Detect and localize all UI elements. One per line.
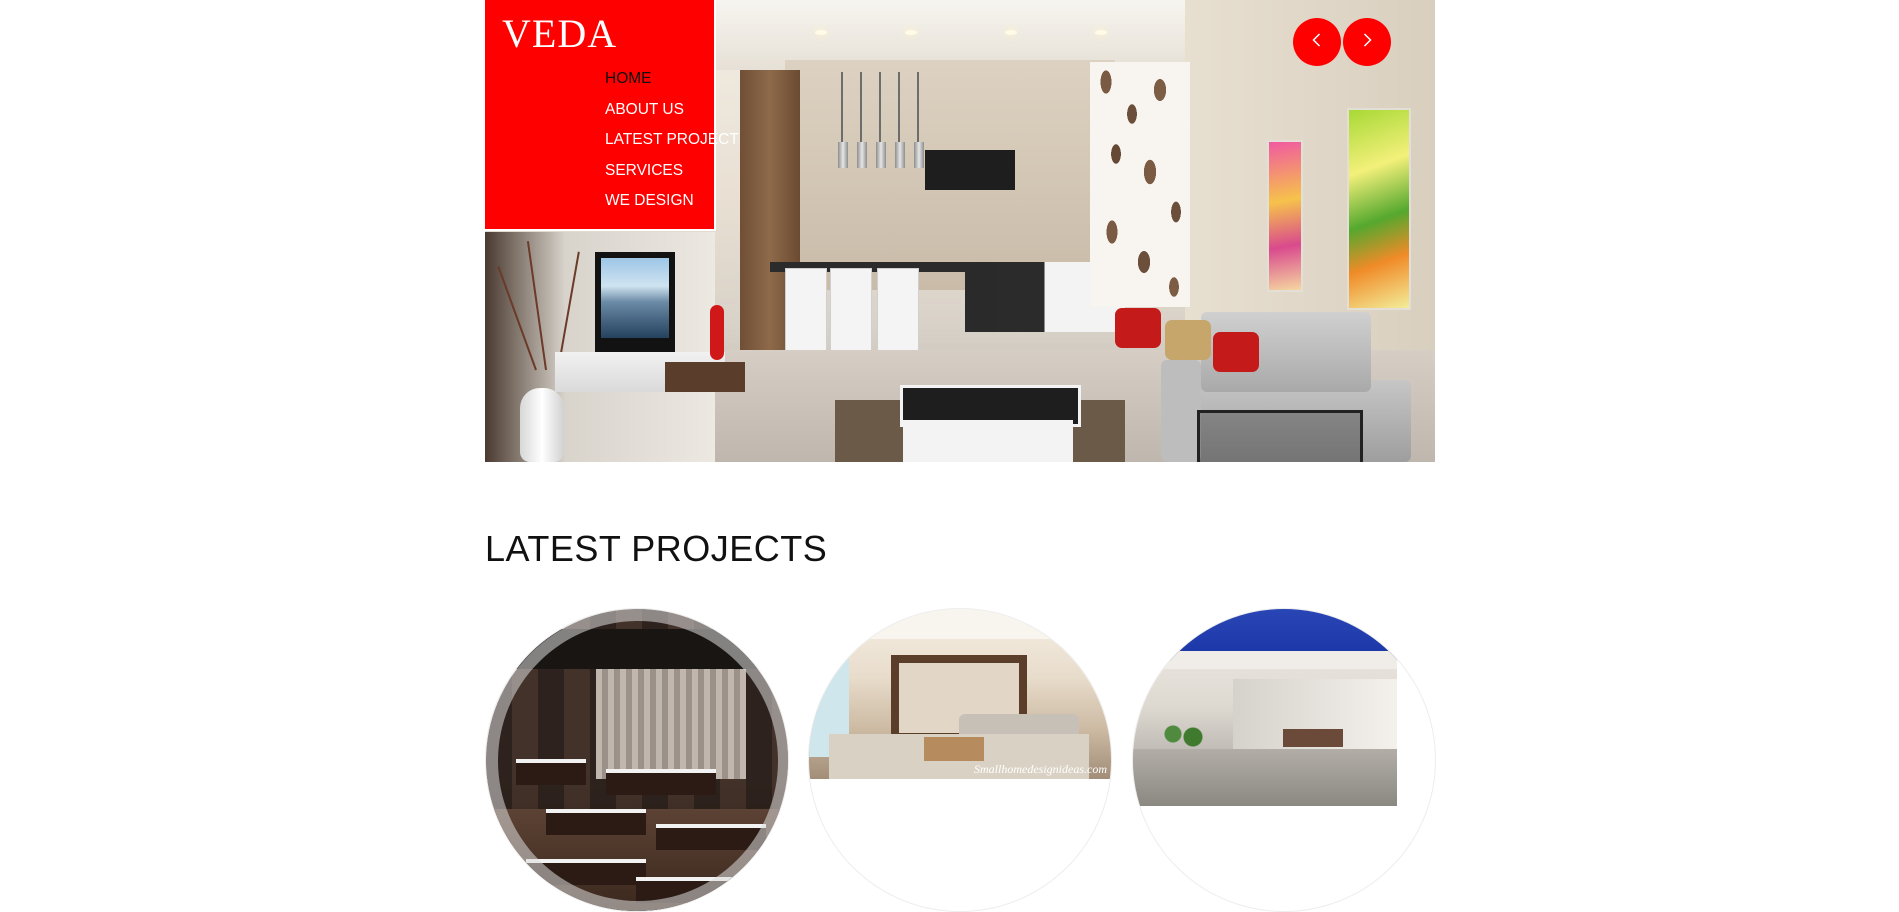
- nav-item-services[interactable]: SERVICES: [605, 156, 739, 187]
- brand-logo[interactable]: VEDA: [502, 10, 617, 57]
- project-card-3[interactable]: [1132, 608, 1436, 912]
- hero-slider: VEDA HOME ABOUT US LATEST PROJECT SERVIC…: [485, 0, 1435, 462]
- project-card-2[interactable]: Smallhomedesignideas.com: [808, 608, 1112, 912]
- chevron-left-icon: [1309, 32, 1325, 52]
- slider-next-button[interactable]: [1343, 18, 1391, 66]
- chevron-right-icon: [1359, 32, 1375, 52]
- project-image-living-room: Smallhomedesignideas.com: [809, 609, 1111, 779]
- project-card-1[interactable]: [485, 608, 789, 912]
- main-nav: HOME ABOUT US LATEST PROJECT SERVICES WE…: [605, 64, 739, 217]
- nav-item-we-design[interactable]: WE DESIGN: [605, 186, 739, 217]
- nav-item-latest-project[interactable]: LATEST PROJECT: [605, 125, 739, 156]
- project-image-patio: [1133, 609, 1397, 806]
- image-watermark: Smallhomedesignideas.com: [974, 762, 1107, 776]
- latest-projects-title: LATEST PROJECTS: [485, 528, 828, 569]
- nav-item-about-us[interactable]: ABOUT US: [605, 95, 739, 126]
- page: VEDA HOME ABOUT US LATEST PROJECT SERVIC…: [485, 0, 1436, 912]
- nav-item-home[interactable]: HOME: [605, 64, 739, 95]
- slider-prev-button[interactable]: [1293, 18, 1341, 66]
- brand-panel: VEDA HOME ABOUT US LATEST PROJECT SERVIC…: [485, 0, 739, 231]
- project-image-restaurant: [486, 609, 788, 911]
